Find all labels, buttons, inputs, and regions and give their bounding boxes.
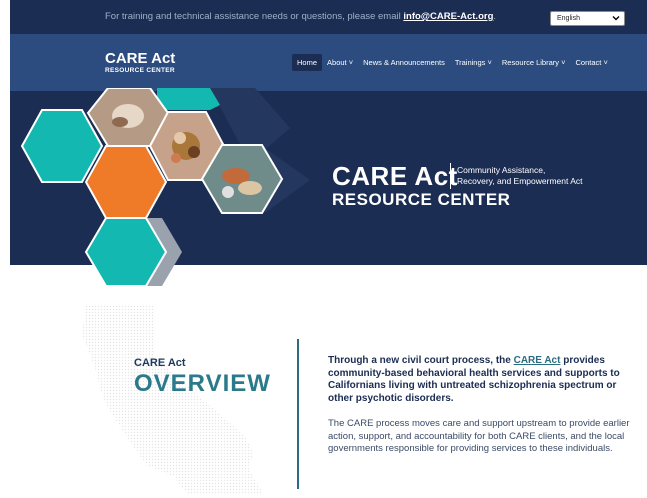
overview-body-paragraph: The CARE process moves care and support … [328, 418, 630, 454]
language-selected-value: English [557, 15, 580, 22]
nav-item-about[interactable]: About ˅ [322, 54, 358, 71]
announcement-text: For training and technical assistance ne… [105, 11, 496, 22]
nav-item-label: About [327, 58, 347, 67]
care-act-link[interactable]: CARE Act [514, 355, 561, 366]
teal-hexagon-top [157, 88, 220, 110]
top-announcement-bar: For training and technical assistance ne… [10, 0, 647, 34]
nav-item-label: Resource Library [501, 58, 559, 67]
nav-item-label: Contact [575, 58, 602, 67]
caret-down-icon: ˅ [603, 58, 608, 67]
email-link[interactable]: info@CARE-Act.org [403, 11, 493, 22]
announcement-prefix: For training and technical assistance ne… [105, 11, 404, 22]
hero-banner: CARE Act Community Assistance, Recovery,… [10, 88, 647, 287]
hero-subtitle-line1: Community Assistance, [457, 165, 546, 175]
site-logo-subtitle[interactable]: RESOURCE CENTER [105, 67, 175, 74]
nav-item-trainings[interactable]: Trainings ˅ [450, 54, 497, 71]
overview-divider [297, 339, 299, 489]
california-map-graphic [82, 305, 264, 495]
nav-menu: Home About ˅ News & Announcements Traini… [292, 54, 613, 71]
overview-lead-paragraph: Through a new civil court process, the C… [328, 355, 628, 405]
hero-subtitle: Community Assistance, Recovery, and Empo… [457, 165, 583, 187]
site-logo[interactable]: CARE Act [105, 51, 175, 66]
chevron-down-icon [612, 14, 620, 24]
nav-item-news[interactable]: News & Announcements [358, 54, 450, 71]
nav-item-label: Home [297, 58, 318, 67]
lead-text: Through a new civil court process, the [328, 355, 514, 366]
orange-hexagon [84, 145, 168, 219]
caret-down-icon: ˅ [348, 58, 354, 67]
teal-hexagon-left [20, 109, 104, 183]
nav-item-home[interactable]: Home [292, 54, 323, 71]
main-navigation: CARE Act RESOURCE CENTER Home About ˅ Ne… [10, 34, 647, 91]
caret-down-icon: ˅ [487, 58, 492, 67]
hero-divider [450, 163, 451, 189]
announcement-suffix: . [493, 11, 497, 22]
nav-item-contact[interactable]: Contact ˅ [570, 54, 612, 71]
language-select[interactable]: English [550, 11, 625, 26]
nav-item-resource-library[interactable]: Resource Library ˅ [497, 54, 571, 71]
nav-item-label: News & Announcements [363, 58, 445, 67]
hero-hexagon-collage [20, 88, 310, 287]
nav-item-label: Trainings [454, 58, 486, 67]
hero-resource-center: RESOURCE CENTER [332, 190, 511, 209]
hero-subtitle-line2: Recovery, and Empowerment Act [457, 176, 583, 186]
overview-eyebrow: CARE Act [134, 357, 186, 369]
page: For training and technical assistance ne… [10, 0, 647, 498]
overview-heading: OVERVIEW [134, 370, 271, 397]
caret-down-icon: ˅ [561, 58, 566, 67]
hero-title: CARE Act [332, 161, 458, 191]
